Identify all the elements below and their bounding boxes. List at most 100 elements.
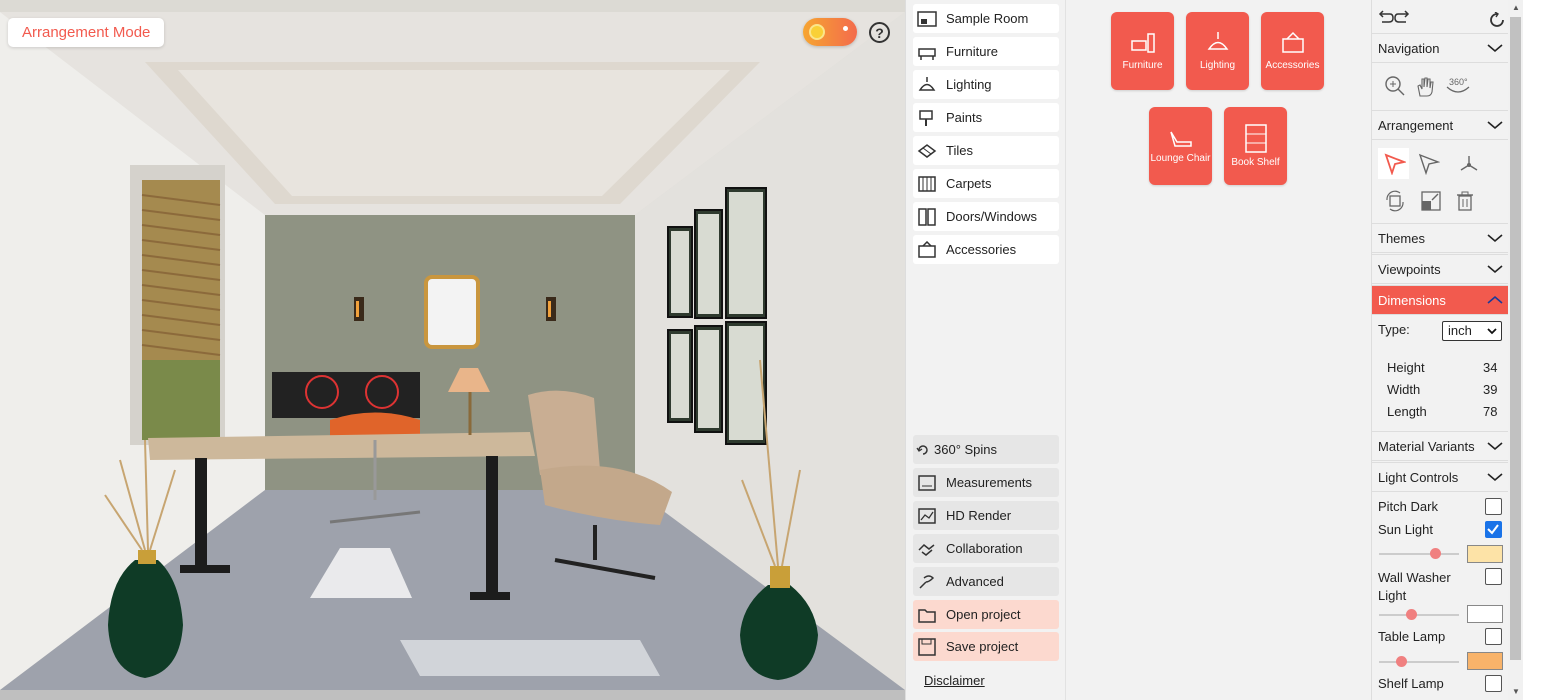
rotate-icon[interactable] bbox=[1384, 190, 1406, 212]
section-title: Dimensions bbox=[1378, 292, 1446, 308]
chevron-down-icon bbox=[1487, 44, 1503, 53]
help-icon[interactable]: ? bbox=[869, 22, 890, 43]
unit-select[interactable]: inch bbox=[1442, 321, 1502, 341]
axis-icon[interactable] bbox=[1458, 153, 1480, 175]
section-themes[interactable]: Themes bbox=[1372, 223, 1509, 253]
table-lamp-slider[interactable] bbox=[1379, 661, 1459, 663]
3d-viewport[interactable]: Arrangement Mode ? bbox=[0, 0, 905, 700]
accessories-icon bbox=[916, 240, 938, 260]
chevron-down-icon bbox=[1487, 234, 1503, 243]
sun-light-checkbox[interactable] bbox=[1485, 521, 1502, 538]
menu-item-carpets[interactable]: Carpets bbox=[913, 169, 1059, 198]
catalog-tile-furniture[interactable]: Furniture bbox=[1111, 12, 1174, 90]
spin-icon bbox=[916, 440, 930, 460]
section-material-variants[interactable]: Material Variants bbox=[1372, 431, 1509, 461]
wall-washer-slider[interactable] bbox=[1379, 614, 1459, 616]
light-label: Pitch Dark bbox=[1378, 499, 1438, 514]
menu-item-paints[interactable]: Paints bbox=[913, 103, 1059, 132]
slider-knob[interactable] bbox=[1405, 609, 1417, 620]
section-viewpoints[interactable]: Viewpoints bbox=[1372, 254, 1509, 284]
scroll-up-icon[interactable]: ▲ bbox=[1512, 3, 1520, 12]
right-margin bbox=[1523, 0, 1550, 700]
wall-washer-checkbox[interactable] bbox=[1485, 568, 1502, 585]
tile-label: Book Shelf bbox=[1231, 157, 1280, 168]
catalog-tile-lounge-chair[interactable]: Lounge Chair bbox=[1149, 107, 1212, 185]
menu-item-furniture[interactable]: Furniture bbox=[913, 37, 1059, 66]
panel-scrollbar[interactable]: ▲ ▼ bbox=[1508, 0, 1523, 700]
zoom-icon[interactable] bbox=[1384, 75, 1406, 97]
undo-icon[interactable] bbox=[1376, 10, 1394, 24]
section-title: Material Variants bbox=[1378, 438, 1475, 454]
dimension-value: 34 bbox=[1483, 360, 1498, 375]
pitch-dark-checkbox[interactable] bbox=[1485, 498, 1502, 515]
light-label: Sun Light bbox=[1378, 522, 1433, 537]
scrollbar-thumb[interactable] bbox=[1510, 17, 1521, 660]
dimension-label: Length bbox=[1387, 404, 1427, 419]
open-project-button[interactable]: Open project bbox=[913, 600, 1059, 629]
dimension-label: Height bbox=[1387, 360, 1425, 375]
slider-knob[interactable] bbox=[1395, 656, 1407, 667]
menu-item-sample-room[interactable]: Sample Room bbox=[913, 4, 1059, 33]
section-dimensions[interactable]: Dimensions bbox=[1372, 285, 1509, 315]
menu-item-accessories[interactable]: Accessories bbox=[913, 235, 1059, 264]
menu-item-measurements[interactable]: Measurements bbox=[913, 468, 1059, 497]
section-arrangement[interactable]: Arrangement bbox=[1372, 110, 1509, 140]
folder-icon bbox=[916, 605, 938, 625]
catalog-tile-accessories[interactable]: Accessories bbox=[1261, 12, 1324, 90]
menu-item-label: Sample Room bbox=[946, 11, 1029, 26]
menu-item-doors-windows[interactable]: Doors/Windows bbox=[913, 202, 1059, 231]
unit-value: inch bbox=[1448, 323, 1472, 338]
scale-icon[interactable] bbox=[1420, 190, 1442, 212]
hand-icon[interactable] bbox=[1415, 76, 1435, 98]
dimension-type-label: Type: bbox=[1378, 322, 1410, 337]
dimension-value: 39 bbox=[1483, 382, 1498, 397]
redo-icon[interactable] bbox=[1394, 10, 1412, 24]
wall-washer-color-swatch[interactable] bbox=[1467, 605, 1503, 623]
menu-item-label: Collaboration bbox=[946, 541, 1023, 556]
slider-knob[interactable] bbox=[1429, 548, 1441, 559]
catalog-tile-book-shelf[interactable]: Book Shelf bbox=[1224, 107, 1287, 185]
menu-item-360-spins[interactable]: 360° Spins bbox=[913, 435, 1059, 464]
arrangement-mode-button[interactable]: Arrangement Mode bbox=[8, 18, 165, 47]
menu-item-lighting[interactable]: Lighting bbox=[913, 70, 1059, 99]
reset-icon[interactable] bbox=[1489, 12, 1505, 28]
table-lamp-color-swatch[interactable] bbox=[1467, 652, 1503, 670]
book-shelf-icon bbox=[1244, 124, 1267, 153]
chevron-down-icon bbox=[1487, 328, 1497, 335]
rotate-360-icon[interactable]: 360° bbox=[1444, 75, 1472, 97]
save-project-button[interactable]: Save project bbox=[913, 632, 1059, 661]
lighting-icon bbox=[1207, 32, 1228, 50]
scroll-down-icon[interactable]: ▼ bbox=[1512, 687, 1520, 696]
room-render[interactable] bbox=[0, 0, 905, 700]
measurements-icon bbox=[916, 473, 938, 493]
sun-icon bbox=[809, 24, 825, 40]
move-icon[interactable] bbox=[1418, 153, 1440, 175]
light-label: Shelf Lamp bbox=[1378, 676, 1444, 691]
section-navigation[interactable]: Navigation bbox=[1372, 33, 1509, 63]
table-lamp-checkbox[interactable] bbox=[1485, 628, 1502, 645]
select-icon[interactable] bbox=[1384, 153, 1406, 175]
sun-light-slider[interactable] bbox=[1379, 553, 1459, 555]
delete-icon[interactable] bbox=[1454, 190, 1476, 212]
doors-windows-icon bbox=[916, 207, 938, 227]
disclaimer-link[interactable]: Disclaimer bbox=[924, 673, 985, 688]
tile-label: Lounge Chair bbox=[1150, 153, 1211, 164]
menu-item-tiles[interactable]: Tiles bbox=[913, 136, 1059, 165]
dimension-label: Width bbox=[1387, 382, 1421, 397]
chevron-down-icon bbox=[1487, 442, 1503, 451]
carpets-icon bbox=[916, 174, 938, 194]
menu-item-label: Doors/Windows bbox=[946, 209, 1038, 224]
menu-item-hd-render[interactable]: HD Render bbox=[913, 501, 1059, 530]
shelf-lamp-checkbox[interactable] bbox=[1485, 675, 1502, 692]
paints-icon bbox=[916, 108, 938, 128]
menu-item-advanced[interactable]: Advanced bbox=[913, 567, 1059, 596]
sun-light-color-swatch[interactable] bbox=[1467, 545, 1503, 563]
section-light-controls[interactable]: Light Controls bbox=[1372, 462, 1509, 492]
menu-item-collaboration[interactable]: Collaboration bbox=[913, 534, 1059, 563]
catalog-tile-lighting[interactable]: Lighting bbox=[1186, 12, 1249, 90]
check-icon bbox=[1487, 524, 1499, 535]
menu-item-label: Carpets bbox=[946, 176, 992, 191]
day-night-toggle[interactable] bbox=[803, 18, 857, 46]
hd-render-icon bbox=[916, 506, 938, 526]
menu-item-label: Measurements bbox=[946, 475, 1032, 490]
